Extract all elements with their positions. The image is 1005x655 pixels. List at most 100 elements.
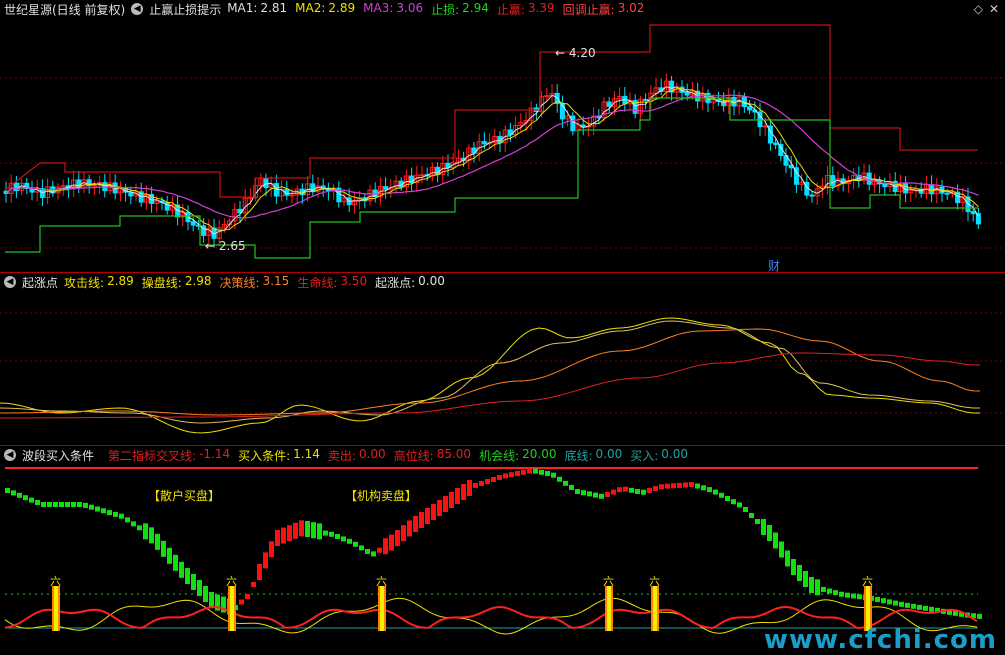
momentum-block — [413, 516, 418, 532]
momentum-block — [185, 568, 190, 584]
momentum-block — [155, 533, 160, 550]
attack-line — [0, 317, 980, 434]
momentum-block — [353, 541, 358, 547]
momentum-block — [743, 507, 748, 512]
momentum-block — [557, 476, 562, 482]
momentum-block — [683, 482, 688, 488]
momentum-block — [929, 606, 934, 612]
momentum-block — [485, 479, 490, 484]
momentum-block — [329, 531, 334, 537]
momentum-block — [593, 492, 598, 498]
momentum-block — [317, 523, 322, 540]
momentum-block — [335, 534, 340, 539]
momentum-block — [269, 541, 274, 558]
momentum-block — [533, 468, 538, 474]
momentum-block — [581, 490, 586, 496]
momentum-block — [671, 483, 676, 489]
momentum-block — [809, 577, 814, 593]
momentum-block — [17, 492, 22, 498]
momentum-block — [341, 536, 346, 542]
momentum-block — [563, 480, 568, 486]
momentum-block — [281, 527, 286, 544]
momentum-block — [707, 487, 712, 493]
momentum-block — [701, 485, 706, 491]
candle-body — [762, 125, 768, 128]
momentum-block — [845, 592, 850, 598]
candle-body — [383, 186, 389, 190]
candle-body — [809, 194, 815, 197]
pane-2: ◀ 起涨点 攻击线: 2.89 操盘线: 2.98 决策线: 3.15 生命线: 3.50 起涨… — [0, 273, 1005, 445]
candle-body — [929, 184, 935, 195]
momentum-block — [299, 520, 304, 537]
momentum-block — [659, 484, 664, 490]
candle-body — [975, 213, 981, 225]
momentum-block — [311, 522, 316, 539]
momentum-block — [611, 489, 616, 495]
momentum-block — [35, 500, 40, 505]
momentum-block — [833, 590, 838, 596]
momentum-block — [551, 472, 556, 478]
momentum-block — [797, 565, 802, 581]
momentum-block — [197, 580, 202, 596]
momentum-block — [575, 489, 580, 494]
momentum-block — [449, 492, 454, 508]
candle-body — [830, 175, 836, 187]
momentum-block — [77, 502, 82, 507]
candle-body — [570, 115, 576, 132]
candle-body — [882, 183, 888, 188]
candle-body — [289, 194, 295, 197]
momentum-block — [251, 582, 256, 587]
candle-body — [481, 141, 487, 145]
momentum-block — [407, 520, 412, 537]
momentum-block — [749, 513, 754, 518]
momentum-block — [605, 492, 610, 497]
momentum-block — [473, 483, 478, 488]
momentum-block — [725, 496, 730, 501]
momentum-block — [647, 487, 652, 493]
momentum-block — [539, 469, 544, 475]
momentum-block — [641, 489, 646, 495]
momentum-block — [779, 541, 784, 558]
momentum-block — [737, 502, 742, 508]
momentum-block — [125, 517, 130, 523]
retail-annotation: 【散户买盘】 — [148, 488, 220, 503]
momentum-block — [83, 502, 88, 508]
signal-bar-core — [607, 586, 611, 631]
low-price-label: ← 2.65 — [205, 239, 246, 253]
momentum-block — [887, 599, 892, 605]
signal-bar-core — [653, 586, 657, 631]
main-pane: 世纪星源(日线 前复权) ◀ 止赢止损提示 MA1: 2.81 MA2: 2.89 MA… — [0, 0, 1005, 272]
momentum-block — [629, 487, 634, 493]
momentum-block — [245, 594, 250, 599]
momentum-block — [377, 547, 382, 553]
momentum-block — [143, 523, 148, 540]
momentum-block — [617, 487, 622, 493]
signal-mark: 六 — [649, 575, 660, 588]
momentum-block — [173, 554, 178, 571]
momentum-block — [893, 600, 898, 606]
momentum-block — [443, 496, 448, 512]
momentum-block — [305, 521, 310, 537]
momentum-block — [179, 561, 184, 578]
momentum-block — [689, 482, 694, 488]
momentum-block — [323, 530, 328, 536]
momentum-block — [599, 493, 604, 499]
momentum-block — [977, 613, 982, 619]
candlestick-chart[interactable]: ← 4.20 ← 2.65 财 — [0, 0, 1005, 272]
pane3-chart[interactable]: 【散户买盘】 【机构卖盘】六 六 六 六 六 六 — [0, 446, 1005, 655]
momentum-block — [773, 532, 778, 549]
momentum-block — [491, 477, 496, 482]
candle-body — [419, 174, 425, 177]
momentum-block — [545, 471, 550, 476]
momentum-block — [713, 489, 718, 495]
momentum-block — [71, 502, 76, 507]
candle-body — [684, 91, 690, 96]
momentum-block — [293, 522, 298, 539]
watermark: www.cfchi.com — [763, 625, 997, 655]
momentum-block — [113, 511, 118, 517]
pane2-chart[interactable] — [0, 273, 1005, 445]
momentum-block — [503, 473, 508, 479]
momentum-block — [653, 486, 658, 492]
signal-bar-core — [54, 586, 58, 631]
candle-body — [773, 142, 779, 145]
